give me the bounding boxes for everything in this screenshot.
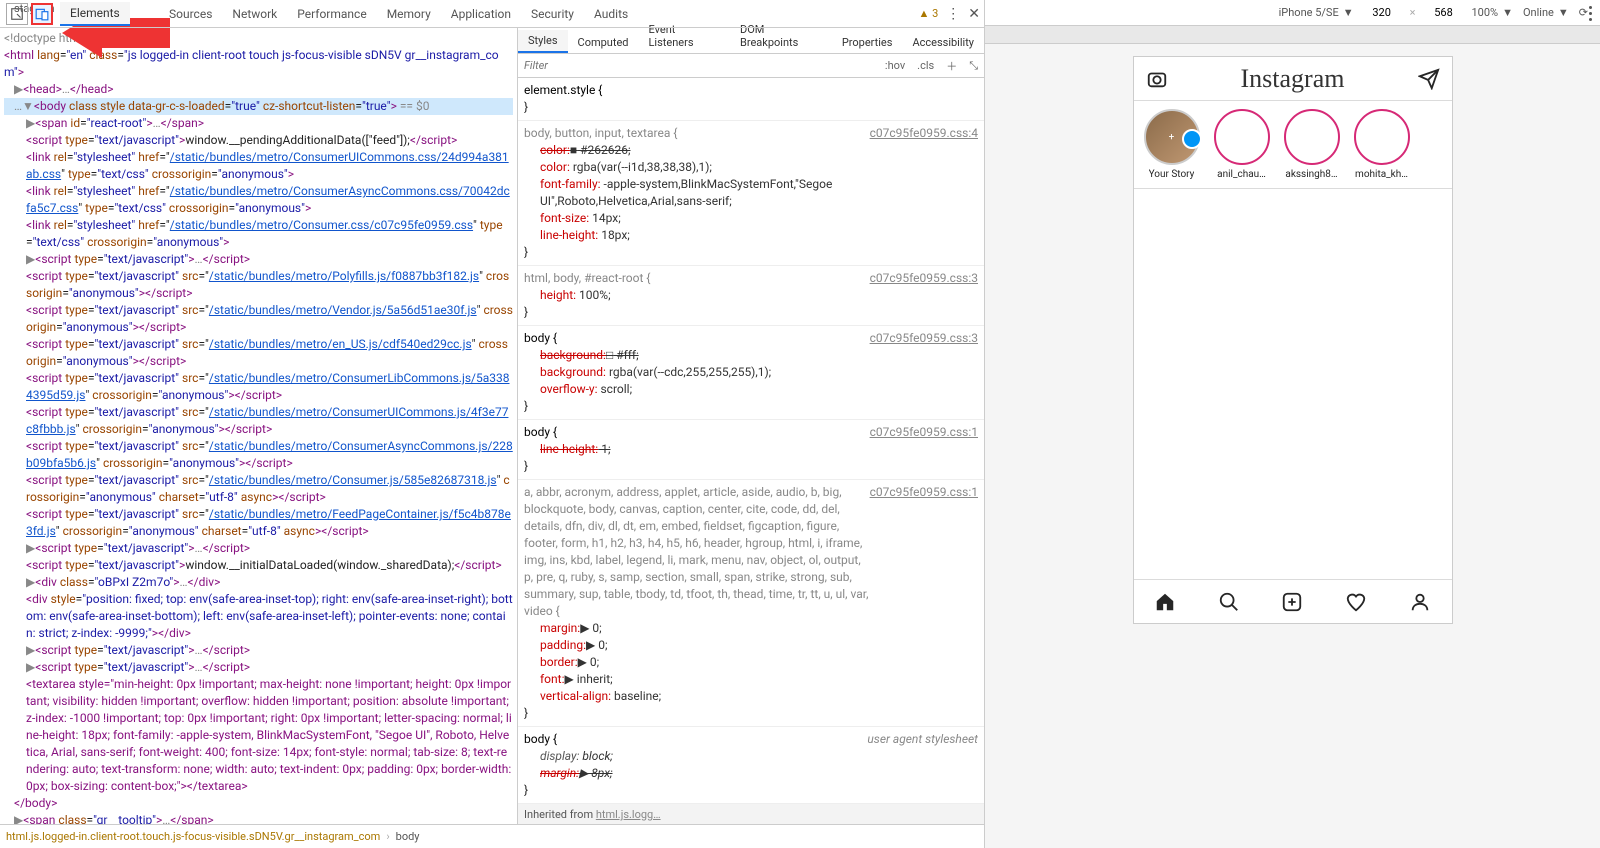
search-icon[interactable] — [1218, 591, 1240, 613]
instagram-logo: Instagram — [1241, 64, 1345, 94]
dom-selected-body[interactable]: …▼<body class style data-gr-c-s-loaded="… — [4, 98, 513, 115]
dom-line[interactable]: <script type="text/javascript" src="/sta… — [4, 336, 513, 370]
camera-icon[interactable] — [1146, 68, 1168, 90]
dom-line[interactable]: ▶<script type="text/javascript">…</scrip… — [4, 659, 513, 676]
dom-line[interactable]: <link rel="stylesheet" href="/static/bun… — [4, 217, 513, 251]
dom-line[interactable]: <script type="text/javascript" src="/sta… — [4, 404, 513, 438]
story-item[interactable]: mohita_kh… — [1354, 109, 1410, 180]
send-icon[interactable] — [1418, 68, 1440, 90]
dom-line[interactable]: <script type="text/javascript" src="/sta… — [4, 438, 513, 472]
heart-icon[interactable] — [1345, 591, 1367, 613]
dom-line[interactable]: </body> — [4, 795, 513, 812]
inherited-from-label: Inherited from html.js.logg… — [518, 804, 984, 824]
rule-element-style: element.style { } — [518, 78, 984, 121]
dom-line[interactable]: <script type="text/javascript" src="/sta… — [4, 370, 513, 404]
styles-filter-input[interactable] — [518, 59, 879, 72]
dom-line[interactable]: <script type="text/javascript" src="/sta… — [4, 506, 513, 540]
styles-rules[interactable]: element.style { } body, button, input, t… — [518, 78, 984, 824]
rule-html-body-root: html, body, #react-root {c07c95fe0959.cs… — [518, 266, 984, 326]
breadcrumb-html[interactable]: html.js.logged-in.client-root.touch.js-f… — [6, 830, 380, 843]
overflow-menu-icon[interactable] — [1589, 6, 1592, 21]
dom-line[interactable]: ▶<script type="text/javascript">…</scrip… — [4, 642, 513, 659]
inspect-element-icon[interactable] — [6, 3, 28, 25]
devtools-window: stagram Elements le Sources Network Perf… — [0, 0, 985, 848]
cls-toggle[interactable]: .cls — [911, 59, 940, 72]
dom-line[interactable]: ▶<script type="text/javascript">…</scrip… — [4, 540, 513, 557]
height-input[interactable] — [1425, 6, 1461, 19]
profile-icon[interactable] — [1409, 591, 1431, 613]
dimension-separator: × — [1410, 6, 1416, 19]
dom-line[interactable]: <div style="position: fixed; top: env(sa… — [4, 591, 513, 642]
new-post-icon[interactable] — [1281, 591, 1303, 613]
dom-line[interactable]: <textarea style="min-height: 0px !import… — [4, 676, 513, 795]
dom-line[interactable]: <script type="text/javascript">window.__… — [4, 132, 513, 149]
instagram-header: Instagram — [1134, 57, 1452, 101]
feed-area[interactable] — [1134, 189, 1452, 579]
device-preview: iPhone 5/SE ▼ × 100% ▼ Online ▼ ⟳ Instag… — [985, 0, 1600, 848]
warnings-badge[interactable]: ▲ 3 — [918, 7, 938, 20]
story-item[interactable]: akssingh8… — [1284, 109, 1340, 180]
rule-body-lh: body {c07c95fe0959.css:1 line-height: 1;… — [518, 420, 984, 480]
ruler — [985, 26, 1600, 44]
rule-reset: a, abbr, acronym, address, applet, artic… — [518, 480, 984, 727]
tab-memory[interactable]: Memory — [377, 3, 441, 25]
dom-line[interactable]: <script type="text/javascript" src="/sta… — [4, 268, 513, 302]
story-item[interactable]: Your Story — [1144, 109, 1200, 180]
stories-tray[interactable]: Your Storyanil_chau…akssingh8…mohita_kh… — [1134, 101, 1452, 189]
rotate-icon[interactable]: ⟳ — [1579, 6, 1588, 19]
throttle-select[interactable]: Online ▼ — [1523, 6, 1569, 19]
styles-panel: Styles Computed Event Listeners DOM Brea… — [518, 28, 984, 824]
device-frame: Instagram Your Storyanil_chau…akssingh8…… — [1133, 56, 1453, 624]
breadcrumb-body[interactable]: body — [396, 830, 420, 843]
styles-tab-computed[interactable]: Computed — [568, 32, 639, 53]
width-input[interactable] — [1364, 6, 1400, 19]
styles-tab-properties[interactable]: Properties — [832, 32, 903, 53]
dom-tree[interactable]: <!doctype html> <html lang="en" class="j… — [0, 28, 518, 824]
dom-line[interactable]: <script type="text/javascript">window.__… — [4, 557, 513, 574]
zoom-select[interactable]: 100% ▼ — [1471, 6, 1513, 19]
devtools-menu-icon[interactable]: ⋮ — [946, 6, 960, 22]
devtools-tabs: Elements le Sources Network Performance … — [0, 0, 984, 28]
styles-tab-accessibility[interactable]: Accessibility — [902, 32, 984, 53]
device-toolbar-icon[interactable] — [31, 3, 53, 25]
device-toolbar: iPhone 5/SE ▼ × 100% ▼ Online ▼ ⟳ — [985, 0, 1600, 26]
styles-tab-styles[interactable]: Styles — [518, 30, 568, 53]
dom-line[interactable]: ▶<head>…</head> — [4, 81, 513, 98]
rule-body-button: body, button, input, textarea {c07c95fe0… — [518, 121, 984, 266]
tab-security[interactable]: Security — [521, 3, 584, 25]
dom-line[interactable]: ▶<span id="react-root">…</span> — [4, 115, 513, 132]
tab-network[interactable]: Network — [222, 3, 287, 25]
dom-line[interactable]: ▶<span class="gr__tooltip">…</span> — [4, 812, 513, 824]
hov-toggle[interactable]: :hov — [879, 59, 911, 72]
tab-elements[interactable]: Elements — [60, 2, 130, 26]
dom-line[interactable]: <script type="text/javascript" src="/sta… — [4, 302, 513, 336]
story-item[interactable]: anil_chau… — [1214, 109, 1270, 180]
rule-body-bg: body {c07c95fe0959.css:3 background:□ #f… — [518, 326, 984, 420]
tab-performance[interactable]: Performance — [287, 3, 376, 25]
home-icon[interactable] — [1154, 591, 1176, 613]
tab-application[interactable]: Application — [441, 3, 521, 25]
new-style-rule-icon[interactable]: ＋ — [940, 58, 963, 74]
device-select[interactable]: iPhone 5/SE ▼ — [1279, 6, 1354, 19]
dom-line[interactable]: <script type="text/javascript" src="/sta… — [4, 472, 513, 506]
breadcrumb[interactable]: html.js.logged-in.client-root.touch.js-f… — [0, 824, 984, 848]
bottom-nav — [1134, 579, 1452, 623]
dom-line[interactable]: ▶<script type="text/javascript">…</scrip… — [4, 251, 513, 268]
close-devtools-icon[interactable]: ✕ — [968, 6, 980, 22]
rule-ua-body: body {user agent stylesheet display: blo… — [518, 727, 984, 804]
dom-line[interactable]: <link rel="stylesheet" href="/static/bun… — [4, 183, 513, 217]
dom-line[interactable]: <link rel="stylesheet" href="/static/bun… — [4, 149, 513, 183]
dom-line[interactable]: ▶<div class="oBPxI Z2m7o">…</div> — [4, 574, 513, 591]
tab-sources[interactable]: Sources — [159, 3, 222, 25]
tab-audits[interactable]: Audits — [584, 3, 638, 25]
styles-more-icon[interactable]: ⤡ — [963, 59, 984, 73]
